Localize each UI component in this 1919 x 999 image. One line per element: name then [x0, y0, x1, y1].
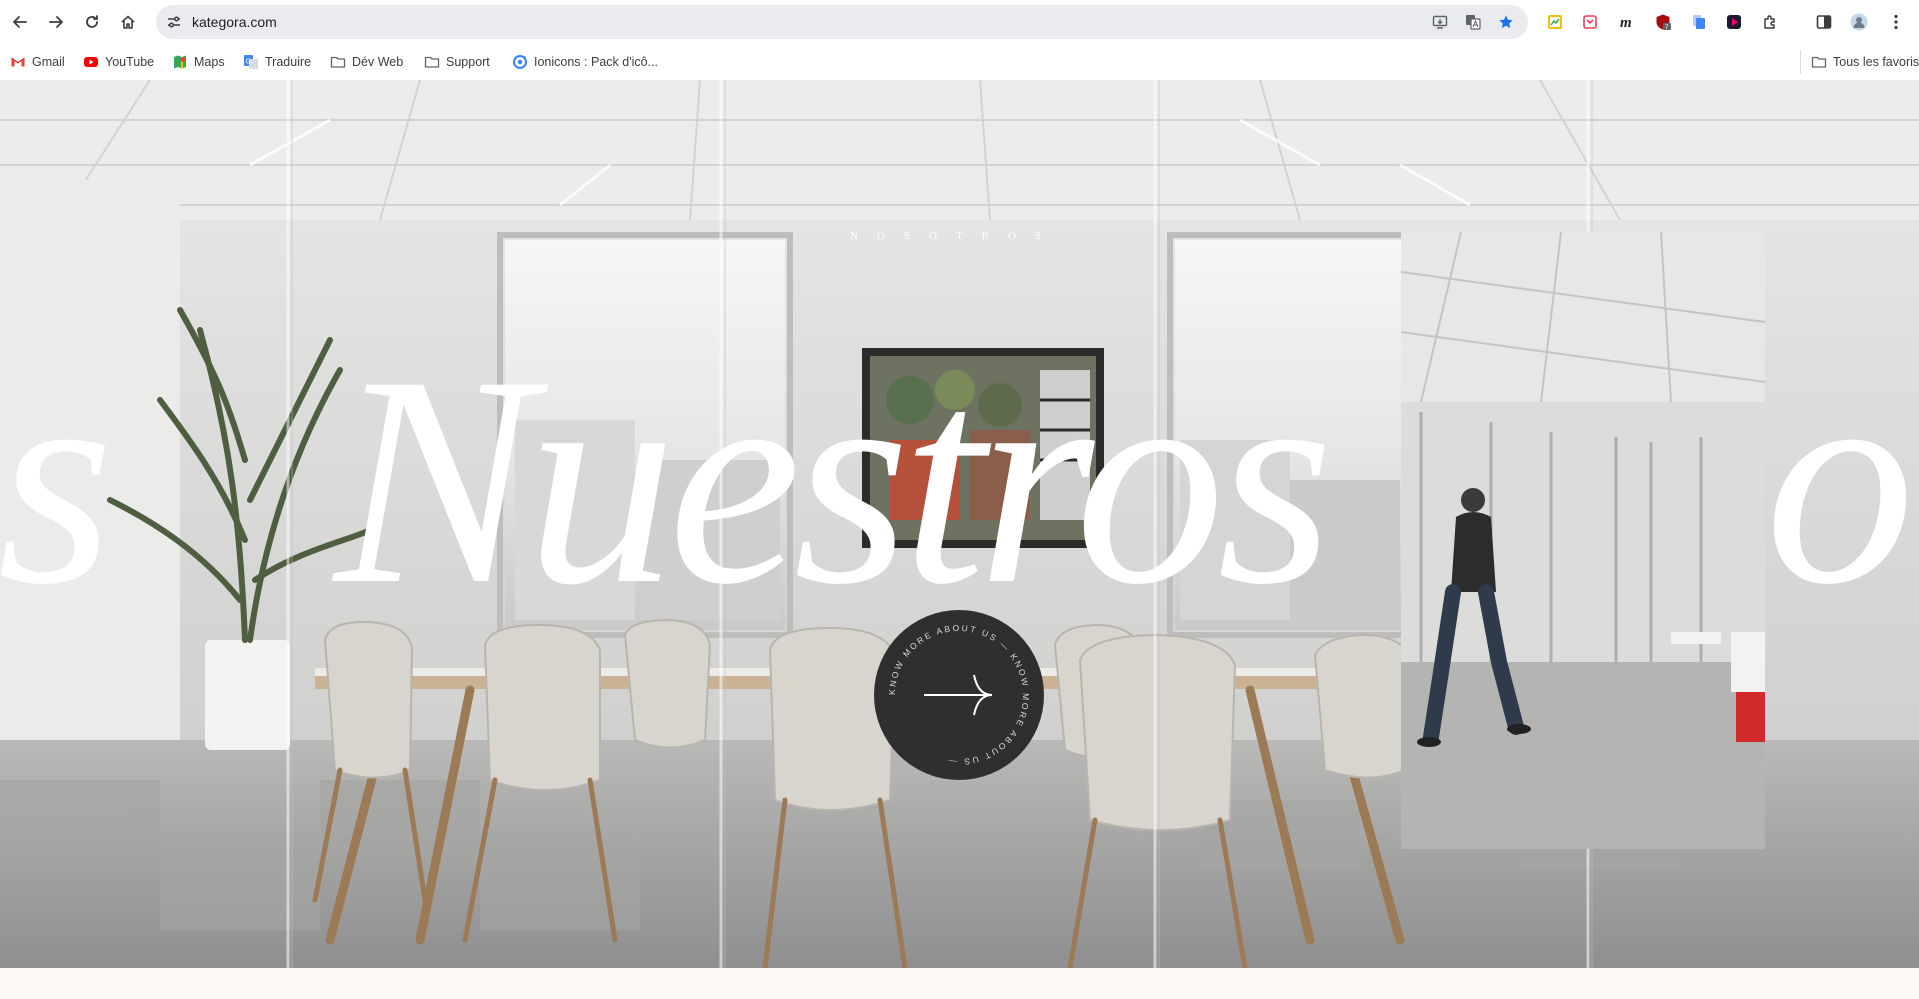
arrow-right-icon	[49, 16, 63, 28]
bookmark-label: Gmail	[32, 55, 65, 69]
install-app-icon[interactable]	[1432, 14, 1448, 30]
svg-text:m: m	[1620, 15, 1632, 31]
hero-section: NOSOTROS s Nuestros o KNOW MORE ABOUT US…	[0, 80, 1919, 968]
extensions-puzzle-icon[interactable]	[1760, 12, 1780, 32]
profile-avatar[interactable]	[1849, 12, 1869, 32]
reload-button[interactable]	[78, 8, 106, 36]
home-icon	[121, 15, 135, 29]
all-bookmarks-label: Tous les favoris	[1833, 55, 1919, 69]
svg-text:G: G	[246, 59, 251, 66]
section-label: NOSOTROS	[850, 230, 1061, 242]
translate-icon: G	[244, 55, 258, 69]
bookmark-folder-dev-web[interactable]: Dév Web	[330, 50, 403, 74]
headline-fragment-left: es	[0, 314, 114, 646]
extension-ublock-icon[interactable]: 7	[1653, 12, 1673, 32]
address-bar[interactable]: kategora.com	[156, 5, 1528, 39]
page-content-below	[0, 968, 1919, 999]
bookmark-star-icon[interactable]	[1498, 14, 1514, 30]
youtube-icon	[84, 57, 98, 67]
side-panel-icon[interactable]	[1814, 12, 1834, 32]
browser-menu-icon[interactable]	[1886, 12, 1906, 32]
headline-fragment-right: or	[1765, 314, 1919, 646]
bookmark-folder-support[interactable]: Support	[424, 50, 490, 74]
extension-docs-icon[interactable]	[1689, 12, 1709, 32]
arrow-left-icon	[13, 16, 27, 28]
bookmark-label: Dév Web	[352, 55, 404, 69]
extension-pocket-icon[interactable]	[1580, 12, 1600, 32]
bookmark-traduire[interactable]: G Traduire	[243, 50, 311, 74]
forward-button[interactable]	[42, 8, 70, 36]
home-button[interactable]	[114, 8, 142, 36]
bookmark-maps[interactable]: Maps	[172, 50, 225, 74]
arrow-right-icon	[924, 674, 993, 716]
site-settings-icon[interactable]	[166, 14, 182, 30]
headline-word: Nuestros	[334, 314, 1334, 646]
translate-page-icon[interactable]	[1465, 14, 1481, 30]
back-button[interactable]	[6, 8, 34, 36]
maps-icon	[174, 55, 186, 69]
extension-m-icon[interactable]: m	[1617, 12, 1637, 32]
gmail-icon	[11, 57, 25, 67]
browser-toolbar: kategora.com m 7	[0, 0, 1919, 44]
bookmark-label: Support	[446, 55, 490, 69]
folder-icon	[1811, 56, 1827, 68]
bookmark-label: Ionicons : Pack d'icô...	[534, 55, 658, 69]
know-more-button[interactable]: KNOW MORE ABOUT US — KNOW MORE ABOUT US …	[874, 610, 1044, 780]
office-hallway-photo	[1401, 232, 1765, 849]
all-bookmarks-button[interactable]: Tous les favoris	[1800, 50, 1919, 74]
extension-sheets-icon[interactable]	[1545, 12, 1565, 32]
ionicons-icon	[513, 55, 527, 69]
reload-icon	[86, 15, 98, 28]
bookmark-label: Maps	[194, 55, 225, 69]
bookmark-youtube[interactable]: YouTube	[83, 50, 154, 74]
folder-icon	[424, 56, 440, 68]
bookmark-label: Traduire	[265, 55, 312, 69]
extension-video-icon[interactable]	[1724, 12, 1744, 32]
bookmark-gmail[interactable]: Gmail	[10, 50, 65, 74]
bookmark-label: YouTube	[105, 55, 155, 69]
url-text[interactable]: kategora.com	[192, 14, 277, 30]
bookmarks-bar: Gmail YouTube Maps G Traduire Dév Web Su…	[0, 44, 1919, 80]
folder-icon	[330, 56, 346, 68]
bookmark-ionicons[interactable]: Ionicons : Pack d'icô...	[512, 50, 658, 74]
